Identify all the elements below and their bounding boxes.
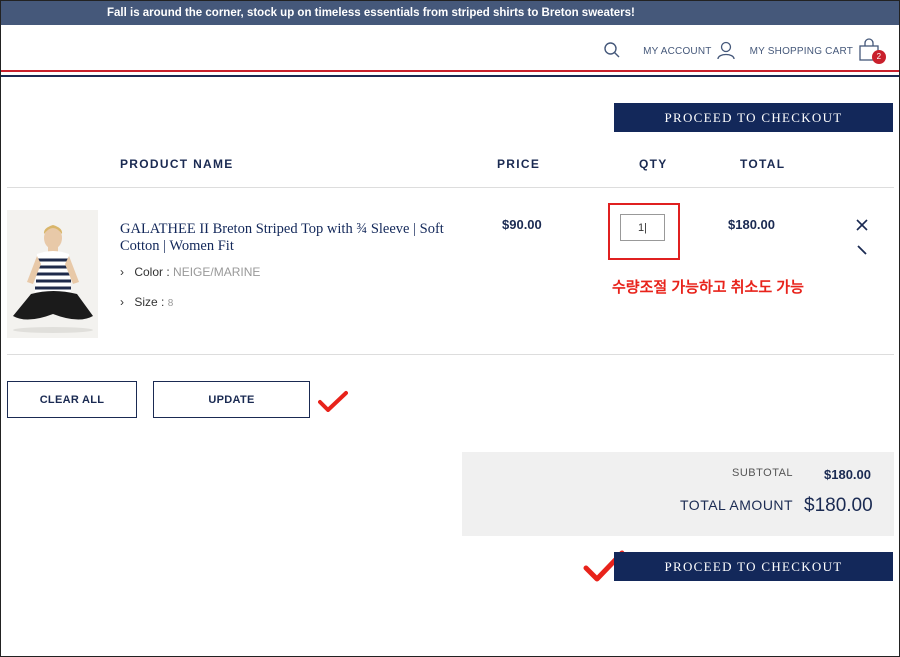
item-price: $90.00 xyxy=(502,217,542,232)
promo-banner[interactable]: Fall is around the corner, stock up on t… xyxy=(1,1,899,25)
checkmark-icon xyxy=(318,390,348,417)
edit-icon[interactable] xyxy=(856,243,868,261)
cart-count-badge: 2 xyxy=(872,50,886,64)
product-color-attr: › Color : NEIGE/MARINE xyxy=(120,265,260,279)
qty-input[interactable]: 1 | xyxy=(620,214,665,241)
table-divider-top xyxy=(7,187,894,188)
user-icon xyxy=(716,40,736,63)
color-label: Color : xyxy=(134,265,170,279)
shopping-bag-icon: 2 xyxy=(858,38,886,64)
search-icon[interactable] xyxy=(603,41,621,62)
clear-all-button[interactable]: CLEAR ALL xyxy=(7,381,137,418)
update-button[interactable]: UPDATE xyxy=(153,381,310,418)
col-header-price: PRICE xyxy=(497,157,541,171)
close-icon[interactable] xyxy=(856,218,868,236)
product-image[interactable] xyxy=(7,210,98,338)
account-label: MY ACCOUNT xyxy=(643,45,712,57)
item-total: $180.00 xyxy=(728,217,775,232)
total-amount-label: TOTAL AMOUNT xyxy=(680,497,794,513)
product-size-attr: › Size : 8 xyxy=(120,295,173,309)
proceed-to-checkout-button-top[interactable]: PROCEED TO CHECKOUT xyxy=(614,103,893,132)
col-header-qty: QTY xyxy=(639,157,668,171)
color-value: NEIGE/MARINE xyxy=(173,265,261,279)
col-header-product: PRODUCT NAME xyxy=(120,157,234,171)
proceed-to-checkout-button-bottom[interactable]: PROCEED TO CHECKOUT xyxy=(614,552,893,581)
header-stripe-red xyxy=(1,70,899,72)
annotation-note: 수량조절 가능하고 취소도 가능 xyxy=(612,279,804,296)
table-divider-bottom xyxy=(7,354,894,355)
col-header-total: TOTAL xyxy=(740,157,786,171)
product-name-link[interactable]: GALATHEE II Breton Striped Top with ¾ Sl… xyxy=(120,221,450,255)
subtotal-label: SUBTOTAL xyxy=(732,467,794,479)
chevron-right-icon: › xyxy=(120,265,124,279)
order-summary: SUBTOTAL $180.00 TOTAL AMOUNT $180.00 xyxy=(462,452,894,536)
header-utilities: MY ACCOUNT MY SHOPPING CART 2 xyxy=(603,38,886,64)
my-account-link[interactable]: MY ACCOUNT xyxy=(643,40,736,63)
size-label: Size : xyxy=(134,295,165,309)
total-amount-value: $180.00 xyxy=(804,495,873,516)
size-value: 8 xyxy=(167,298,174,309)
shopping-cart-link[interactable]: MY SHOPPING CART 2 xyxy=(750,38,886,64)
cart-label: MY SHOPPING CART xyxy=(749,45,853,57)
header-stripe-blue xyxy=(1,75,899,77)
chevron-right-icon: › xyxy=(120,295,124,309)
subtotal-value: $180.00 xyxy=(824,467,871,482)
